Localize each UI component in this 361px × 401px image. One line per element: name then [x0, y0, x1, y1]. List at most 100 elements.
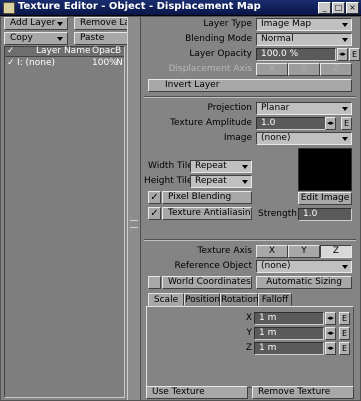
scale-z-label: Z [245, 343, 252, 353]
section-divider [144, 239, 356, 241]
displacement-axis-label: Displacement Axis [168, 64, 252, 74]
scale-y-field[interactable]: 1 m [254, 327, 324, 340]
chevron-down-icon [342, 137, 348, 141]
blending-mode-dropdown[interactable]: Normal [256, 33, 352, 46]
texture-axis-label: Texture Axis [197, 246, 252, 256]
texture-antialiasing-button[interactable]: Texture Antialiasing [162, 207, 252, 220]
texture-axis-y[interactable]: Y [288, 245, 320, 258]
edit-image-button[interactable]: Edit Image [298, 192, 352, 205]
minimize-button[interactable]: _ [318, 2, 331, 14]
envelope-icon[interactable]: ◂▸ [325, 342, 336, 355]
texture-amplitude-env-button[interactable]: E [341, 117, 352, 130]
use-texture-button[interactable]: Use Texture [146, 386, 248, 399]
width-tile-label: Width Tile [148, 161, 193, 171]
add-layer-label: Add Layer [10, 18, 56, 28]
tab-rotation[interactable]: Rotation [220, 293, 259, 306]
panel-splitter[interactable] [127, 17, 141, 400]
texture-axis-z[interactable]: Z [320, 245, 352, 258]
displacement-axis-x[interactable]: X [256, 63, 288, 76]
tab-position[interactable]: Position [184, 293, 220, 306]
add-layer-button[interactable]: Add Layer [4, 17, 68, 30]
scale-x-field[interactable]: 1 m [254, 312, 324, 325]
pixel-blending-checkbox[interactable]: ✓ [148, 191, 161, 204]
automatic-sizing-button[interactable]: Automatic Sizing [256, 276, 352, 289]
scale-x-label: X [245, 313, 252, 323]
image-value: (none) [261, 133, 291, 143]
image-preview [298, 148, 352, 191]
layer-type-label: Layer Type [203, 19, 252, 29]
scale-z-field[interactable]: 1 m [254, 342, 324, 355]
scale-z-env-button[interactable]: E [339, 342, 350, 355]
projection-label: Projection [207, 103, 252, 113]
blending-mode-label: Blending Mode [185, 34, 252, 44]
reference-object-value: (none) [261, 261, 291, 271]
tab-falloff[interactable]: Falloff [258, 293, 292, 306]
strength-label: Strength [258, 209, 297, 219]
title-bar: Texture Editor - Object - Displacement M… [0, 0, 361, 16]
width-tile-value: Repeat [195, 161, 227, 171]
app-icon [3, 2, 15, 14]
chevron-down-icon [57, 37, 63, 41]
column-layer-name[interactable]: Layer Name [36, 46, 91, 56]
chevron-down-icon [342, 23, 348, 27]
chevron-down-icon [242, 180, 248, 184]
displacement-axis-y[interactable]: Y [288, 63, 320, 76]
header-check-icon: ✓ [7, 46, 15, 56]
height-tile-value: Repeat [195, 176, 227, 186]
texture-antialiasing-checkbox[interactable]: ✓ [148, 207, 161, 220]
layer-list-header: ✓ Layer Name Opac B [5, 46, 124, 57]
remove-texture-button[interactable]: Remove Texture [252, 386, 354, 399]
chevron-down-icon [342, 38, 348, 42]
height-tile-label: Height Tile [144, 176, 193, 186]
texture-amplitude-field[interactable]: 1.0 [256, 117, 336, 130]
envelope-icon[interactable]: ◂▸ [325, 312, 336, 325]
chevron-down-icon [342, 265, 348, 269]
envelope-icon[interactable]: ◂▸ [325, 117, 336, 130]
close-button[interactable]: × [346, 2, 359, 14]
chevron-down-icon [342, 107, 348, 111]
texture-axis-x[interactable]: X [256, 245, 288, 258]
chevron-down-icon [57, 22, 63, 26]
texture-amplitude-label: Texture Amplitude [170, 118, 252, 128]
column-blend[interactable]: B [115, 46, 121, 56]
chevron-down-icon [242, 165, 248, 169]
scale-y-env-button[interactable]: E [339, 327, 350, 340]
paste-label: Paste [80, 33, 105, 43]
copy-label: Copy [10, 33, 33, 43]
layer-opacity-field[interactable]: 100.0 % [256, 48, 336, 61]
pixel-blending-button[interactable]: Pixel Blending [162, 191, 252, 204]
world-coordinates-checkbox[interactable] [148, 276, 161, 289]
scale-y-label: Y [246, 328, 253, 338]
layer-blend: N [116, 58, 123, 68]
layer-list[interactable] [4, 46, 125, 398]
projection-value: Planar [261, 103, 290, 113]
height-tile-dropdown[interactable]: Repeat [190, 175, 252, 188]
scale-x-env-button[interactable]: E [339, 312, 350, 325]
projection-dropdown[interactable]: Planar [256, 102, 352, 115]
layer-enable-check-icon[interactable]: ✓ [7, 58, 15, 68]
maximize-button[interactable]: □ [332, 2, 345, 14]
displacement-axis-z[interactable]: Z [320, 63, 352, 76]
section-divider [144, 96, 356, 98]
reference-object-dropdown[interactable]: (none) [256, 260, 352, 273]
window-title: Texture Editor - Object - Displacement M… [18, 1, 261, 12]
layer-opacity: 100% [92, 58, 118, 68]
column-opacity[interactable]: Opac [92, 46, 115, 56]
world-coordinates-button[interactable]: World Coordinates [162, 276, 252, 289]
width-tile-dropdown[interactable]: Repeat [190, 160, 252, 173]
layer-opacity-env-button[interactable]: E [349, 48, 360, 61]
tab-scale[interactable]: Scale [148, 293, 184, 306]
copy-button[interactable]: Copy [4, 32, 68, 45]
invert-layer-button[interactable]: Invert Layer [148, 79, 352, 92]
splitter-grip-icon [130, 220, 138, 228]
image-label: Image [223, 133, 252, 143]
envelope-icon[interactable]: ◂▸ [325, 327, 336, 340]
blending-mode-value: Normal [261, 34, 294, 44]
layer-row[interactable]: ✓ I: (none) 100% N [5, 58, 124, 69]
layer-type-value: Image Map [261, 19, 312, 29]
layer-opacity-label: Layer Opacity [189, 49, 252, 59]
envelope-icon[interactable]: ◂▸ [337, 48, 348, 61]
image-dropdown[interactable]: (none) [256, 132, 352, 145]
layer-type-dropdown[interactable]: Image Map [256, 18, 352, 31]
strength-field[interactable]: 1.0 [298, 208, 352, 221]
